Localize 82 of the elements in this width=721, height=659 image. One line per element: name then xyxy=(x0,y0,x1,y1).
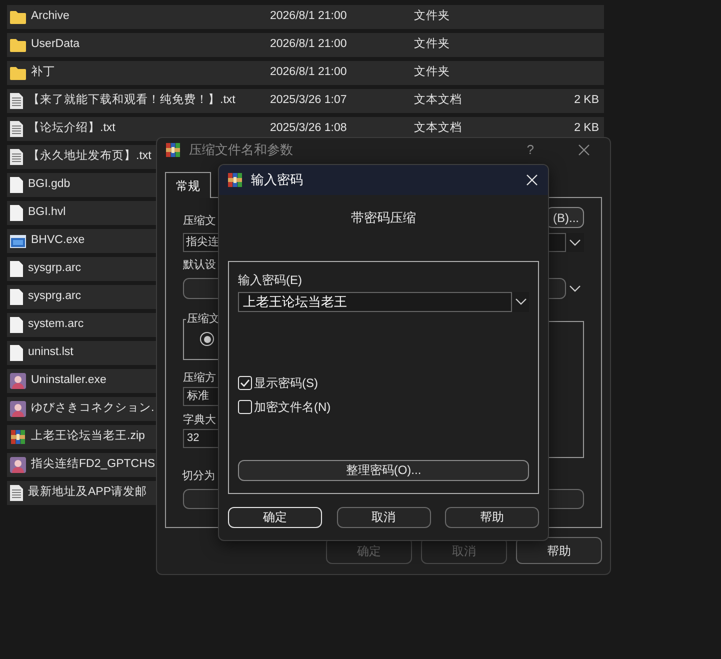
dialog-heading: 带密码压缩 xyxy=(351,209,416,227)
file-name: ゆびさきコネクション. xyxy=(31,401,154,416)
folder-icon xyxy=(10,66,26,80)
file-name: Archive xyxy=(31,9,70,24)
file-name: system.arc xyxy=(28,317,84,332)
field-label: 字典大 xyxy=(183,412,216,428)
file-type: 文件夹 xyxy=(414,64,451,80)
file-row[interactable]: UserData 2026/8/1 21:00 文件夹 xyxy=(7,33,604,57)
field-label: 默认设 xyxy=(183,258,216,273)
folder-icon xyxy=(10,38,26,52)
file-size: 2 KB xyxy=(574,121,600,136)
file-name: UserData xyxy=(31,37,80,52)
file-type: 文本文档 xyxy=(414,120,463,136)
dialog-button[interactable]: 帮助 xyxy=(445,506,539,528)
file-type: 文件夹 xyxy=(414,36,451,52)
file-name: 【永久地址发布页】.txt xyxy=(28,148,152,164)
file-size: 2 KB xyxy=(574,93,600,108)
file-icon xyxy=(10,205,23,221)
window-title: 压缩文件名和参数 xyxy=(189,141,293,160)
tab[interactable]: 常规 xyxy=(165,172,211,198)
document-icon xyxy=(10,485,23,501)
books-icon xyxy=(227,172,243,188)
window-icon xyxy=(10,234,26,248)
dialog-button[interactable]: 取消 xyxy=(336,506,430,528)
app-icon xyxy=(10,373,26,389)
field-label: 输入密码(E) xyxy=(238,272,303,288)
file-date: 2026/8/1 21:00 xyxy=(270,65,348,80)
dialog-button[interactable]: 确定 xyxy=(228,506,322,528)
file-name: 上老王论坛当老王.zip xyxy=(31,428,145,444)
file-name: sysprg.arc xyxy=(28,289,82,304)
file-date: 2026/8/1 21:00 xyxy=(270,37,348,52)
file-icon xyxy=(10,261,23,277)
file-name: Uninstaller.exe xyxy=(31,373,106,388)
radio-button[interactable] xyxy=(200,332,214,346)
dropdown-button[interactable] xyxy=(566,233,584,252)
document-icon xyxy=(10,149,23,165)
field-label: 压缩方 xyxy=(183,370,216,386)
file-type: 文件夹 xyxy=(414,8,451,24)
browse-button[interactable]: (B)... xyxy=(546,207,584,228)
checkbox[interactable]: 加密文件名(N) xyxy=(238,398,529,416)
app-icon xyxy=(10,401,26,417)
file-icon xyxy=(10,177,23,193)
file-name: BGI.hvl xyxy=(28,205,66,220)
checkbox-icon xyxy=(238,400,252,414)
file-name: uninst.lst xyxy=(28,345,74,360)
file-name: BHVC.exe xyxy=(31,233,85,248)
folder-icon xyxy=(10,10,26,24)
file-name: 补丁 xyxy=(31,64,55,80)
organize-passwords-button[interactable]: 整理密码(O)... xyxy=(238,460,529,480)
checkbox[interactable]: 显示密码(S) xyxy=(238,374,529,392)
dialog-button[interactable]: 帮助 xyxy=(516,537,602,564)
help-button[interactable]: ? xyxy=(526,140,534,160)
dropdown-button[interactable] xyxy=(512,292,529,312)
file-date: 2025/3/26 1:08 xyxy=(270,121,348,136)
file-name: sysgrp.arc xyxy=(28,261,82,276)
file-name: 【来了就能下载和观看！纯免费！】.txt xyxy=(28,92,236,108)
file-row[interactable]: Archive 2026/8/1 21:00 文件夹 xyxy=(7,5,604,29)
file-name: 指尖连结FD2_GPTCHS xyxy=(31,456,156,472)
app-icon xyxy=(10,457,26,473)
file-type: 文本文档 xyxy=(414,92,463,108)
file-date: 2026/8/1 21:00 xyxy=(270,9,348,24)
file-row[interactable]: 【来了就能下载和观看！纯免费！】.txt 2025/3/26 1:07 文本文档 2 KB xyxy=(7,89,604,113)
file-name: BGI.gdb xyxy=(28,177,70,192)
file-icon xyxy=(10,345,23,361)
password-field[interactable]: 上老王论坛当老王 xyxy=(238,292,512,312)
field-label: 切分为 xyxy=(182,469,215,484)
books-icon xyxy=(10,429,26,445)
document-icon xyxy=(10,93,23,109)
file-name: 【论坛介绍】.txt xyxy=(28,120,116,136)
document-icon xyxy=(10,121,23,137)
chevron-down-icon xyxy=(569,238,581,246)
chevron-down-icon xyxy=(569,284,581,292)
books-icon xyxy=(165,142,181,158)
checkbox-icon xyxy=(238,376,252,390)
file-date: 2025/3/26 1:07 xyxy=(270,93,348,108)
file-icon xyxy=(10,317,23,333)
field-label: 压缩文 xyxy=(183,214,216,230)
file-name: 最新地址及APP请发邮 xyxy=(28,484,148,500)
chevron-down-icon xyxy=(514,298,526,306)
window-title: 输入密码 xyxy=(251,171,303,190)
file-row[interactable]: 补丁 2026/8/1 21:00 文件夹 xyxy=(7,61,604,85)
file-icon xyxy=(10,289,23,305)
